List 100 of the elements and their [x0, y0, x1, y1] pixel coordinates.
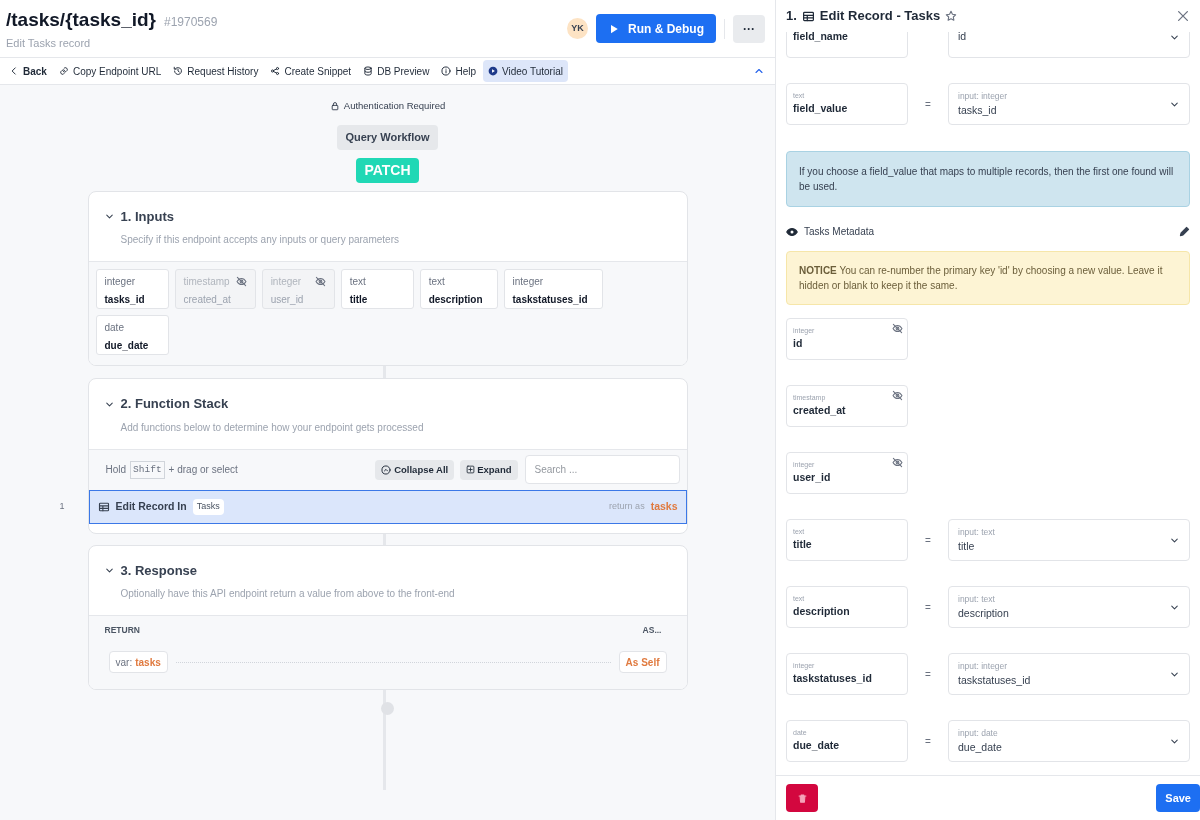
column-header: AS...: [642, 624, 662, 637]
input-chip[interactable]: integer taskstatuses_id: [503, 269, 603, 310]
metadata-label: Tasks Metadata: [804, 225, 875, 239]
chevron-down-icon: [1169, 32, 1180, 43]
hint-text: + drag or select: [168, 463, 238, 478]
field-name: created_at: [793, 403, 847, 419]
panel-title: Edit Record - Tasks: [819, 7, 941, 26]
param-type: text: [349, 275, 366, 290]
return-variable: tasks: [650, 498, 678, 514]
equals-sign: =: [924, 533, 932, 548]
input-chip[interactable]: text title: [340, 269, 414, 310]
toolbar-button[interactable]: DB Preview: [358, 60, 435, 82]
value-select[interactable]: input: text description: [948, 586, 1190, 628]
value-select[interactable]: input: text title: [948, 519, 1190, 561]
search-field[interactable]: Search ...: [524, 455, 680, 485]
save-button[interactable]: Save: [1156, 784, 1200, 812]
endpoint-subtitle: Edit Tasks record: [6, 35, 92, 51]
expand-icon: [466, 465, 476, 475]
section-description: Add functions below to determine how your endpoint gets processed: [120, 420, 425, 435]
equals-sign: =: [924, 734, 932, 749]
param-type: text: [428, 275, 445, 290]
collapse-all-button[interactable]: Collapse All: [375, 459, 455, 480]
field-name: title: [793, 537, 813, 553]
eye-slash-icon: [892, 323, 903, 334]
input-chip[interactable]: date due_date: [95, 315, 169, 356]
field-name: user_id: [793, 470, 832, 486]
field-name: field_name: [793, 32, 849, 45]
eye-slash-icon: [892, 457, 903, 468]
lock-icon: [329, 101, 340, 112]
field-name: taskstatuses_id: [793, 671, 873, 687]
info-note: If you choose a field_value that maps to multiple records, then the first one found will be used.: [786, 151, 1190, 207]
pencil-icon[interactable]: [1179, 226, 1190, 237]
value-select[interactable]: input: integer taskstatuses_id: [948, 653, 1190, 695]
eye-icon: [786, 225, 798, 238]
toolbar-button[interactable]: Copy Endpoint URL: [53, 60, 167, 82]
endpoint-id: #1970569: [164, 14, 218, 31]
delete-button[interactable]: [786, 784, 818, 812]
workflow-label: Query Workflow: [337, 125, 438, 150]
step-number: 1: [59, 500, 65, 513]
value-select[interactable]: id: [948, 32, 1190, 58]
expand-button[interactable]: Expand: [460, 459, 518, 480]
toolbar-button[interactable]: Request History: [168, 60, 264, 82]
field-name: due_date: [793, 738, 841, 754]
chevron-icon[interactable]: [103, 565, 115, 576]
param-name: tasks_id: [104, 293, 146, 308]
play-circle-icon: [488, 66, 498, 76]
eye-slash-icon: [314, 276, 326, 288]
param-type: integer: [512, 275, 544, 290]
return-label: return as: [609, 500, 645, 513]
collapse-circle-icon: [381, 464, 392, 475]
equals-sign: =: [924, 97, 932, 112]
param-name: taskstatuses_id: [512, 293, 589, 308]
value-select[interactable]: input: date due_date: [948, 720, 1190, 762]
database-icon: [363, 66, 374, 76]
table-icon: [801, 9, 815, 23]
avatar: YK: [567, 18, 588, 39]
section-title: 3. Response: [120, 561, 198, 580]
run-debug-button[interactable]: Run & Debug: [596, 14, 716, 43]
step-label: Edit Record In: [115, 498, 187, 514]
toolbar-button[interactable]: Back: [4, 60, 52, 82]
toolbar-button[interactable]: Help: [436, 60, 481, 82]
chevron-icon[interactable]: [103, 211, 115, 222]
table-icon: [97, 500, 110, 513]
param-name: description: [428, 293, 484, 308]
input-chip[interactable]: integer tasks_id: [95, 269, 169, 310]
input-chip[interactable]: text description: [419, 269, 498, 310]
trash-icon: [796, 792, 808, 804]
param-name: due_date: [104, 339, 150, 354]
star-icon[interactable]: [945, 10, 958, 22]
column-header: RETURN: [104, 624, 140, 637]
eye-slash-icon: [892, 390, 903, 401]
hint-text: Hold: [105, 463, 127, 478]
param-name: title: [349, 293, 369, 308]
section-title: 2. Function Stack: [120, 395, 229, 414]
more-button[interactable]: ···: [733, 14, 765, 43]
param-type: timestamp: [183, 275, 230, 290]
toolbar-button[interactable]: Create Snippet: [265, 60, 357, 82]
share-icon: [270, 66, 281, 76]
toolbar-button[interactable]: Video Tutorial: [483, 60, 568, 82]
eye-slash-icon: [235, 276, 247, 288]
panel-number: 1.: [786, 7, 797, 26]
shift-key: Shift: [130, 460, 165, 479]
section-description: Optionally have this API endpoint return a value from above to the front-end: [120, 587, 456, 602]
value-select[interactable]: input: integer tasks_id: [948, 83, 1190, 125]
table-tag: Tasks: [192, 499, 224, 515]
history-icon: [173, 66, 184, 76]
field-name: description: [793, 604, 851, 620]
link-icon: [58, 66, 69, 76]
param-name: user_id: [270, 293, 305, 308]
notice-note: NOTICE You can re-number the primary key 'id' by choosing a new value. Leave it hidden or blank to keep it the same.: [786, 251, 1190, 305]
endpoint-title: /tasks/{tasks_id}: [6, 8, 156, 32]
close-icon[interactable]: [1176, 9, 1190, 23]
field-name: field_value: [793, 101, 849, 117]
return-variable-chip[interactable]: var: tasks: [108, 651, 168, 673]
method-badge: PATCH: [356, 157, 419, 183]
section-description: Specify if this endpoint accepts any inputs or query parameters: [120, 233, 400, 248]
param-type: integer: [270, 275, 302, 290]
play-icon: [608, 22, 620, 35]
info-icon: [441, 66, 452, 76]
field-name: id: [793, 336, 804, 352]
